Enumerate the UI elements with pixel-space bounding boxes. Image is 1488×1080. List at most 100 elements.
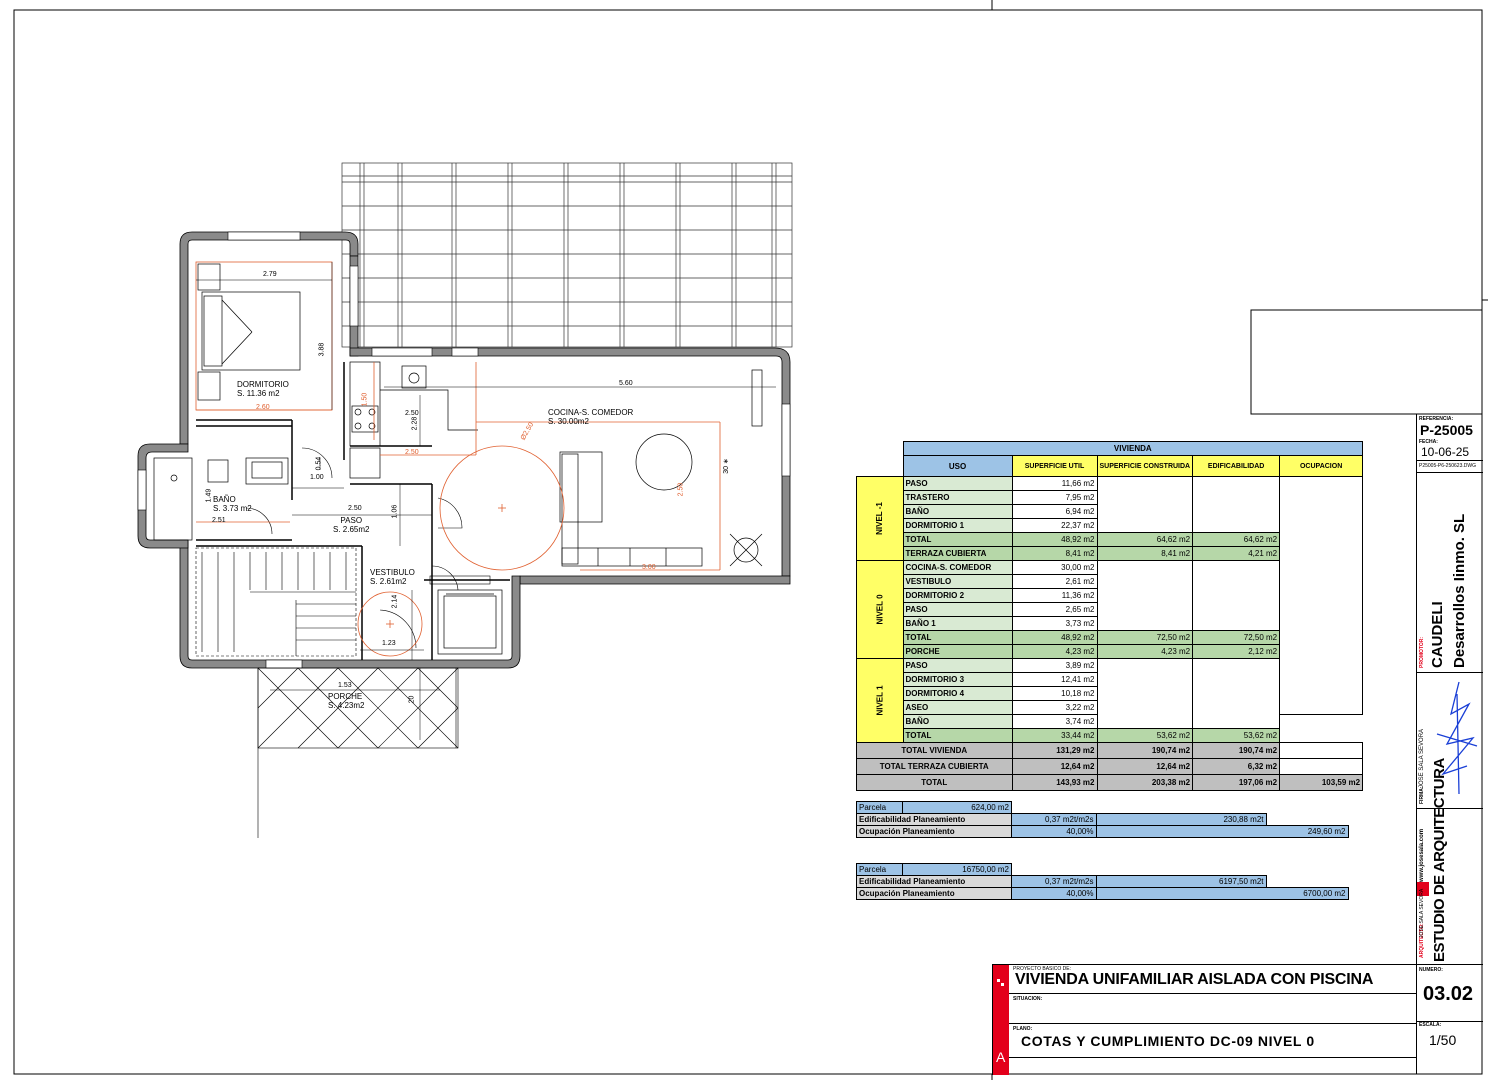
dim-label: 2.79	[263, 271, 277, 278]
escala-box: ESCALA: 1/50	[1417, 1020, 1483, 1074]
planning-table-1: Parcela 624,00 m2 Edificabilidad Planeam…	[856, 801, 1349, 838]
estudio-name: ESTUDIO DE ARQUITECTURA	[1431, 758, 1448, 962]
cell-uso: PORCHE	[902, 644, 1013, 659]
cell-cons: 64,62 m2	[1096, 532, 1194, 547]
table-row: NIVEL -1 PASO 11,66 m2	[856, 476, 1364, 715]
room-name: VESTIBULO	[370, 568, 415, 577]
cell-util: 8,41 m2	[1011, 546, 1098, 561]
dim-label: 1.23	[382, 640, 396, 647]
cell-uso: PASO	[902, 476, 1013, 491]
room-label-porche: PORCHE S. 4.23m2	[328, 692, 364, 710]
cell-uso: PASO	[902, 602, 1013, 617]
cell-edif: 2,12 m2	[1192, 644, 1281, 659]
referencia-value: P-25005	[1420, 422, 1473, 438]
cell-label: TOTAL TERRAZA CUBIERTA	[856, 758, 1013, 775]
col-header: OCUPACION	[1279, 455, 1364, 477]
numero-box: NUMERO: 03.02	[1417, 964, 1483, 1022]
cell-util: 143,93 m2	[1011, 774, 1098, 791]
dim-label: 3.88	[318, 342, 326, 357]
cell-util: 48,92 m2	[1011, 630, 1098, 645]
situacion-label: SITUACION:	[1013, 996, 1043, 1002]
referencia-box: REFERENCIA: P-25005 FECHA: 10-06-25	[1417, 414, 1483, 461]
cell-edif: 64,62 m2	[1192, 532, 1281, 547]
cell-cons: 4,23 m2	[1096, 644, 1194, 659]
room-name: BAÑO	[213, 495, 236, 504]
room-name: PASO	[340, 516, 363, 525]
promotor-company: Desarrollos Iinmo. SL	[1451, 513, 1468, 668]
cell-util: 11,36 m2	[1011, 588, 1098, 603]
dim-label: 2.28	[411, 416, 419, 431]
level-label: NIVEL 0	[856, 560, 904, 659]
dim-label: 3.00	[642, 564, 656, 571]
walls	[137, 231, 791, 669]
cell-uso: TERRAZA CUBIERTA	[902, 546, 1013, 561]
room-name: PORCHE	[328, 692, 363, 701]
dim-label: 20	[408, 695, 416, 704]
living-furniture	[559, 369, 763, 567]
cell-util: 10,18 m2	[1011, 686, 1098, 701]
level-label: NIVEL 1	[856, 658, 904, 743]
dim-label: 1.50	[361, 392, 369, 407]
fecha-value: 10-06-25	[1421, 445, 1470, 459]
room-label-cocina: COCINA-S. COMEDOR S. 30.00m2	[548, 408, 633, 426]
dim-label: 0.54	[315, 456, 323, 471]
cell-cons: 190,74 m2	[1096, 742, 1194, 759]
dim-label: 2.60	[256, 404, 270, 411]
cell-util: 12,64 m2	[1011, 758, 1098, 775]
file-name: P25005-P6-250623.DWG	[1419, 463, 1476, 469]
cell-util: 131,29 m2	[1011, 742, 1098, 759]
cell-uso: PASO	[902, 658, 1013, 673]
cell-label: TOTAL VIVIENDA	[856, 742, 1013, 759]
dim-label: 30 ∗	[722, 458, 730, 474]
cell-util: 3,89 m2	[1011, 658, 1098, 673]
cell-uso: TOTAL	[902, 532, 1013, 547]
dim-label: 1.00	[310, 474, 324, 481]
cell-label: Ocupación Planeamiento	[856, 887, 1012, 900]
cell-value: 0,37 m2t/m2s	[1011, 875, 1097, 888]
cell-cons: 203,38 m2	[1096, 774, 1194, 791]
numero-value: 03.02	[1423, 983, 1474, 1005]
logo-dot	[1001, 983, 1004, 986]
dim-label: 2.50	[677, 482, 685, 497]
firma-label: FIRMA:	[1419, 786, 1425, 805]
cell-label: TOTAL	[856, 774, 1013, 791]
cell-uso: DORMITORIO 3	[902, 672, 1013, 687]
cell-value: 6700,00 m2	[1095, 887, 1349, 900]
table-row-grand-total: TOTAL TERRAZA CUBIERTA 12,64 m2 12,64 m2…	[856, 758, 1364, 775]
room-area: S. 11.36 m2	[237, 389, 280, 398]
col-header: SUPERFICIE CONSTRUIDA	[1096, 455, 1194, 477]
cell-edif: 6,32 m2	[1192, 758, 1281, 775]
dim-label: 2.50	[348, 505, 362, 512]
cell-uso: VESTIBULO	[902, 574, 1013, 589]
cell-value: 16750,00 m2	[902, 863, 1012, 876]
room-area: S. 2.65m2	[333, 525, 370, 534]
accessibility-overlay	[195, 261, 721, 657]
logo-dot	[997, 979, 1000, 982]
cell-util: 3,73 m2	[1011, 616, 1098, 631]
dim-label: 2.51	[212, 517, 226, 524]
cell-cons: 53,62 m2	[1096, 728, 1194, 743]
cell-label: Edificabilidad Planeamiento	[856, 813, 1012, 826]
plano-label: PLANO:	[1013, 1026, 1033, 1032]
table-row-total: TOTAL 33,44 m2 53,62 m2 53,62 m2	[857, 728, 1363, 743]
cell-util: 3,22 m2	[1011, 700, 1098, 715]
escala-label: ESCALA:	[1419, 1022, 1442, 1028]
cell-edif: 72,50 m2	[1192, 630, 1281, 645]
cell-uso: TOTAL	[902, 630, 1013, 645]
promotor-box: PROMOTOR: CAUDELI Desarrollos Iinmo. SL	[1417, 472, 1483, 673]
cell-label: Ocupación Planeamiento	[856, 825, 1012, 838]
cell-label: Edificabilidad Planeamiento	[856, 875, 1012, 888]
staircase	[195, 547, 357, 657]
table-row-grand-total: TOTAL 143,93 m2 203,38 m2 197,06 m2 103,…	[856, 774, 1364, 791]
title-block-column: REFERENCIA: P-25005 FECHA: 10-06-25 P250…	[1416, 414, 1483, 1074]
area-table: VIVIENDA USO SUPERFICIE UTIL SUPERFICIE …	[856, 441, 1364, 791]
cell-value: 249,60 m2	[1095, 825, 1349, 838]
dim-label: 1.49	[205, 488, 213, 503]
web-address: www.josesala.com	[1419, 828, 1425, 882]
dim-label: 1.53	[338, 682, 352, 689]
cell-ocup	[1279, 742, 1364, 759]
table-row-grand-total: TOTAL VIVIENDA 131,29 m2 190,74 m2 190,7…	[856, 742, 1364, 759]
col-header: SUPERFICIE UTIL	[1011, 455, 1098, 477]
cell-util: 7,95 m2	[1011, 490, 1098, 505]
cell-label: Parcela	[856, 801, 903, 814]
